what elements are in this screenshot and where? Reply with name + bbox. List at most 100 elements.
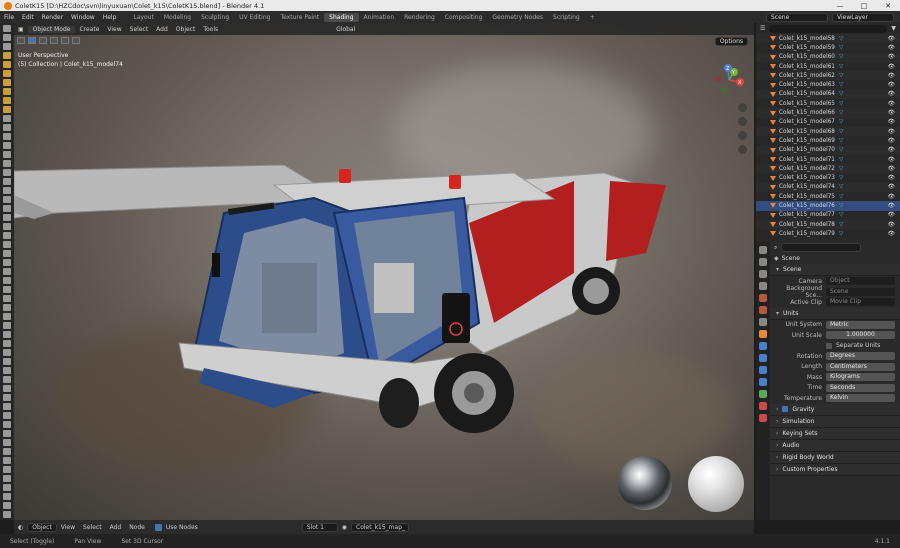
outliner-row[interactable]: Colet_k15_model61 ▽ 👁 <box>756 62 900 71</box>
object-tab-icon[interactable] <box>759 330 767 338</box>
modifier-tab-icon[interactable] <box>759 342 767 350</box>
file-icon[interactable] <box>3 376 11 383</box>
output-tab-icon[interactable] <box>759 270 767 278</box>
custom-properties-section-header[interactable]: › Custom Properties <box>770 463 900 476</box>
gravity-checkbox[interactable] <box>782 406 789 412</box>
render-tab-icon[interactable] <box>759 258 767 266</box>
file-icon[interactable] <box>3 394 11 401</box>
outliner-row-selected[interactable]: Colet_k15_model76 ▽ 👁 <box>756 201 900 211</box>
add-workspace-button[interactable]: + <box>585 13 600 22</box>
viewport-menu-create[interactable]: Create <box>75 26 103 33</box>
mass-dropdown[interactable]: Kilograms <box>826 373 895 382</box>
view-layer-tab-icon[interactable] <box>759 282 767 290</box>
visibility-eye-icon[interactable]: 👁 <box>888 203 895 209</box>
menu-render[interactable]: Render <box>38 14 67 21</box>
node-menu-select[interactable]: Select <box>79 524 106 531</box>
folder-icon[interactable] <box>3 106 11 113</box>
tab-sculpting[interactable]: Sculpting <box>196 13 234 22</box>
select-tool-icon[interactable] <box>3 25 11 32</box>
outliner-row[interactable]: Colet_k15_model59 ▽ 👁 <box>756 43 900 52</box>
material-name-field[interactable]: Colet_k15_map_ <box>351 522 410 532</box>
visibility-eye-icon[interactable]: 👁 <box>888 110 895 116</box>
visibility-eye-icon[interactable]: 👁 <box>888 157 895 163</box>
file-icon[interactable] <box>3 304 11 311</box>
collection-tab-icon[interactable] <box>759 318 767 326</box>
file-icon[interactable] <box>3 151 11 158</box>
file-icon[interactable] <box>3 367 11 374</box>
file-icon[interactable] <box>3 475 11 482</box>
visibility-eye-icon[interactable]: 👁 <box>888 194 895 200</box>
background-scene-field[interactable]: Scene <box>826 287 895 296</box>
select-mode-extend-icon[interactable] <box>39 37 47 44</box>
tab-uv-editing[interactable]: UV Editing <box>234 13 275 22</box>
tab-animation[interactable]: Animation <box>359 13 400 22</box>
tab-scripting[interactable]: Scripting <box>548 13 585 22</box>
outliner-row[interactable]: Colet_k15_model58 ▽ 👁 <box>756 34 900 44</box>
file-icon[interactable] <box>3 232 11 239</box>
menu-help[interactable]: Help <box>99 14 121 21</box>
folder-icon[interactable] <box>3 97 11 104</box>
options-dropdown[interactable]: Options <box>714 37 748 46</box>
camera-view-icon[interactable] <box>738 131 747 140</box>
camera-field[interactable]: Object <box>826 277 895 286</box>
tab-modeling[interactable]: Modeling <box>159 13 196 22</box>
outliner-row[interactable]: Colet_k15_model74 ▽ 👁 <box>756 182 900 193</box>
filter-icon[interactable]: ▼ <box>891 25 896 32</box>
visibility-eye-icon[interactable]: 👁 <box>888 147 895 153</box>
world-tab-icon[interactable] <box>759 306 767 314</box>
viewport-menu-tools[interactable]: Tools <box>199 26 222 33</box>
visibility-eye-icon[interactable]: 👁 <box>888 184 895 190</box>
file-icon[interactable] <box>3 457 11 464</box>
visibility-eye-icon[interactable]: 👁 <box>888 138 895 144</box>
tab-compositing[interactable]: Compositing <box>440 13 488 22</box>
file-icon[interactable] <box>3 484 11 491</box>
units-section-header[interactable]: ▾ Units <box>770 307 900 320</box>
file-icon[interactable] <box>3 493 11 500</box>
outliner-row[interactable]: Colet_k15_model64 ▽ 👁 <box>756 89 900 100</box>
shader-type-dropdown[interactable]: Object <box>27 522 57 532</box>
file-icon[interactable] <box>3 250 11 257</box>
file-icon[interactable] <box>3 241 11 248</box>
outliner-editor-icon[interactable]: ☰ <box>760 25 765 32</box>
visibility-eye-icon[interactable]: 👁 <box>888 54 895 60</box>
3d-viewport[interactable]: ▣ Object Mode Create View Select Add Obj… <box>14 23 754 520</box>
keying-sets-section-header[interactable]: › Keying Sets <box>770 427 900 440</box>
visibility-eye-icon[interactable]: 👁 <box>888 175 895 181</box>
folder-icon[interactable] <box>3 79 11 86</box>
file-icon[interactable] <box>3 448 11 455</box>
outliner-row[interactable]: Colet_k15_model77 ▽ 👁 <box>756 211 900 220</box>
particles-tab-icon[interactable] <box>759 354 767 362</box>
visibility-eye-icon[interactable]: 👁 <box>888 212 895 218</box>
node-menu-view[interactable]: View <box>57 524 79 531</box>
select-mode-intersect-icon[interactable] <box>72 37 80 44</box>
outliner-row[interactable]: Colet_k15_model75 ▽ 👁 <box>756 192 900 201</box>
file-icon[interactable] <box>3 412 11 419</box>
folder-icon[interactable] <box>3 61 11 68</box>
outliner-row[interactable]: Colet_k15_model79 ▽ 👁 <box>756 229 900 238</box>
hand-pan-icon[interactable] <box>738 117 747 126</box>
file-icon[interactable] <box>3 214 11 221</box>
outliner-row[interactable]: Colet_k15_model67 ▽ 👁 <box>756 118 900 127</box>
file-icon[interactable] <box>3 277 11 284</box>
tab-texture-paint[interactable]: Texture Paint <box>275 13 324 22</box>
select-mode-set-icon[interactable] <box>28 37 36 44</box>
visibility-eye-icon[interactable]: 👁 <box>888 129 895 135</box>
visibility-eye-icon[interactable]: 👁 <box>888 45 895 51</box>
separate-units-checkbox[interactable] <box>826 342 832 349</box>
gravity-section-header[interactable]: › Gravity <box>770 403 900 416</box>
viewport-menu-view[interactable]: View <box>103 26 125 33</box>
outliner-row[interactable]: Colet_k15_model73 ▽ 👁 <box>756 173 900 182</box>
outliner-row[interactable]: Colet_k15_model66 ▽ 👁 <box>756 108 900 118</box>
file-icon[interactable] <box>3 286 11 293</box>
node-menu-add[interactable]: Add <box>106 524 126 531</box>
view-layer-selector[interactable]: ViewLayer <box>832 12 894 22</box>
cursor-tool-icon[interactable] <box>3 34 11 41</box>
physics-tab-icon[interactable] <box>759 366 767 374</box>
material-slot-dropdown[interactable]: Slot 1 <box>301 522 338 532</box>
node-menu-node[interactable]: Node <box>125 524 149 531</box>
folder-icon[interactable] <box>3 70 11 77</box>
file-icon[interactable] <box>3 502 11 509</box>
visibility-eye-icon[interactable]: 👁 <box>888 73 895 79</box>
folder-icon[interactable] <box>3 88 11 95</box>
outliner-row[interactable]: Colet_k15_model60 ▽ 👁 <box>756 52 900 62</box>
